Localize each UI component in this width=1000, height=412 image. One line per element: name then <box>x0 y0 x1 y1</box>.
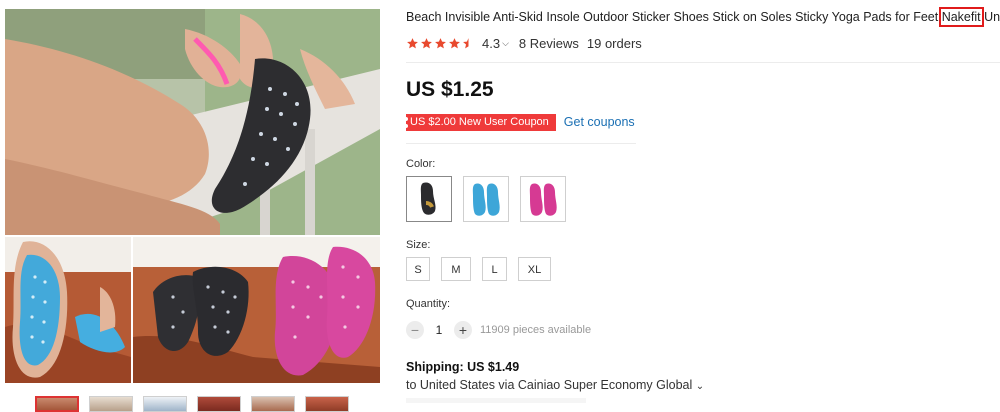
title-highlight-brand: Nakefit <box>938 7 984 27</box>
size-options: S M L XL <box>406 257 562 281</box>
rating-score[interactable]: 4.3 <box>482 36 500 51</box>
thumbnail[interactable] <box>197 396 241 412</box>
get-coupons-link[interactable]: Get coupons <box>564 115 635 129</box>
color-swatch-blue[interactable] <box>463 176 509 222</box>
available-stock: 11909 pieces available <box>480 324 592 336</box>
shipping-method[interactable]: to United States via Cainiao Super Econo… <box>406 378 704 392</box>
title-text: Beach Invisible Anti-Skid Insole Outdoor… <box>406 10 942 24</box>
half-star-icon <box>463 37 474 48</box>
thumbnail[interactable] <box>251 396 295 412</box>
product-image-blue[interactable] <box>5 237 131 383</box>
product-title: Beach Invisible Anti-Skid Insole Outdoor… <box>406 7 1000 27</box>
reviews-link[interactable]: 8 Reviews <box>519 36 579 51</box>
delivery-estimate-partial <box>406 398 606 403</box>
thumbnail[interactable] <box>305 396 349 412</box>
divider <box>406 62 1000 63</box>
shipping-method-text: to United States via Cainiao Super Econo… <box>406 378 693 392</box>
star-icon <box>435 37 446 48</box>
size-label: Size: <box>406 239 431 251</box>
product-info: Beach Invisible Anti-Skid Insole Outdoor… <box>404 0 1000 403</box>
shipping-price: Shipping: US $1.49 <box>406 360 520 374</box>
quantity-stepper: − 1 + 11909 pieces available <box>406 321 591 339</box>
main-product-image[interactable] <box>5 9 380 235</box>
product-price: US $1.25 <box>406 78 494 101</box>
divider <box>406 143 636 144</box>
product-image-black-pink[interactable] <box>133 237 380 383</box>
coupon-tag[interactable]: US $2.00 New User Coupon <box>404 113 556 131</box>
product-gallery <box>5 9 381 412</box>
quantity-label: Quantity: <box>406 298 451 310</box>
orders-count: 19 orders <box>586 35 642 51</box>
rating-row: 4.3 ⌵ 8 Reviews 19 orders <box>406 35 642 51</box>
quantity-input[interactable]: 1 <box>424 323 454 337</box>
star-icon <box>449 37 460 48</box>
quantity-decrease-button[interactable]: − <box>406 321 424 339</box>
size-option-m[interactable]: M <box>441 257 471 281</box>
size-option-s[interactable]: S <box>406 257 430 281</box>
color-swatch-black[interactable] <box>406 176 452 222</box>
color-swatch-pink[interactable] <box>520 176 566 222</box>
thumbnail[interactable] <box>143 396 187 412</box>
thumbnail[interactable] <box>89 396 133 412</box>
star-icon <box>407 37 418 48</box>
chevron-down-icon[interactable]: ⌵ <box>502 38 509 49</box>
quantity-increase-button[interactable]: + <box>454 321 472 339</box>
star-icon <box>421 37 432 48</box>
title-text-end: Unisex <box>984 10 1000 24</box>
size-option-xl[interactable]: XL <box>518 257 551 281</box>
chevron-down-icon: ⌄ <box>695 381 705 392</box>
color-label: Color: <box>406 158 436 170</box>
size-option-l[interactable]: L <box>482 257 507 281</box>
coupon-row: US $2.00 New User Coupon Get coupons <box>404 113 635 131</box>
rating-stars[interactable] <box>406 37 476 50</box>
thumbnail[interactable] <box>35 396 79 412</box>
color-options <box>406 176 577 222</box>
